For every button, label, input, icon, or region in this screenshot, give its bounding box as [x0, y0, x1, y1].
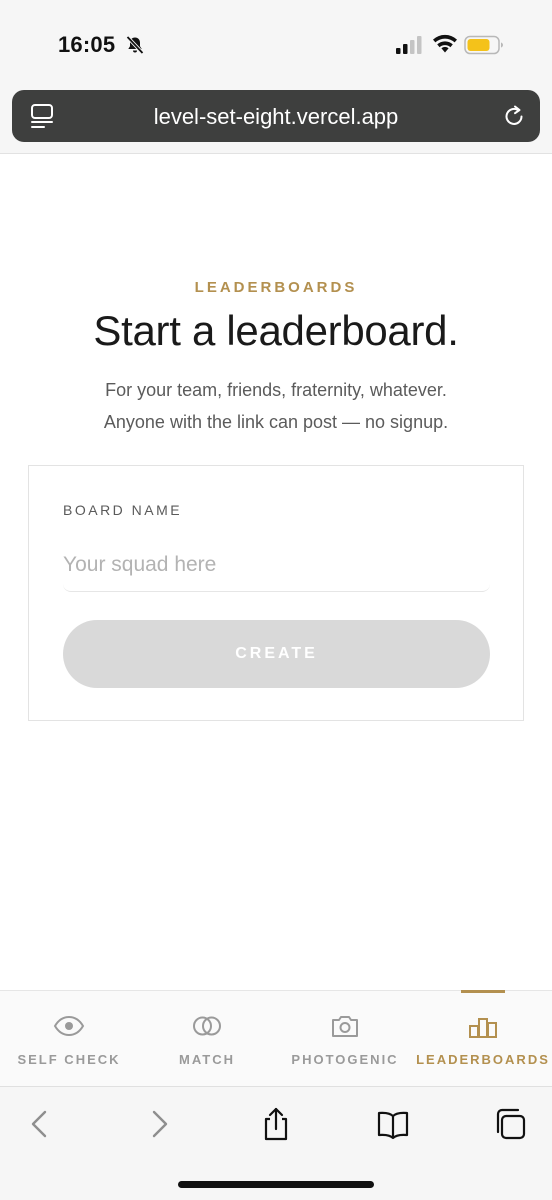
- board-name-label: BOARD NAME: [63, 502, 183, 518]
- share-icon[interactable]: [259, 1107, 293, 1141]
- screen: 16:05 level-set-eight.vercel.app LEADERB…: [0, 0, 552, 1200]
- eye-icon: [53, 1015, 85, 1037]
- bell-slash-icon: [126, 35, 144, 55]
- wifi-icon: [433, 34, 457, 53]
- cellular-signal-icon: [396, 36, 422, 54]
- camera-icon: [332, 1016, 358, 1037]
- create-button[interactable]: CREATE: [63, 620, 490, 688]
- subtitle-line-2: Anyone with the link can post — no signu…: [103, 412, 449, 432]
- tab-self-check[interactable]: SELF CHECK: [0, 991, 138, 1087]
- status-time: 16:05: [58, 32, 116, 57]
- tab-label: MATCH: [179, 1052, 235, 1067]
- tabs-icon[interactable]: [493, 1107, 527, 1141]
- address-bar-area: level-set-eight.vercel.app: [0, 88, 552, 154]
- url-text[interactable]: level-set-eight.vercel.app: [12, 104, 540, 130]
- board-name-input[interactable]: [63, 538, 490, 592]
- reload-icon[interactable]: [502, 103, 526, 129]
- back-icon[interactable]: [23, 1107, 57, 1141]
- section-eyebrow: LEADERBOARDS: [194, 279, 358, 296]
- tab-match[interactable]: MATCH: [138, 991, 276, 1087]
- create-board-card: BOARD NAME CREATE: [28, 465, 524, 721]
- address-bar[interactable]: level-set-eight.vercel.app: [12, 90, 540, 142]
- battery-icon: [464, 35, 503, 55]
- home-indicator[interactable]: [178, 1181, 374, 1188]
- tab-label: PHOTOGENIC: [291, 1052, 399, 1067]
- tab-label: SELF CHECK: [17, 1052, 121, 1067]
- main-content: LEADERBOARDS Start a leaderboard. For yo…: [0, 155, 552, 990]
- bar-chart-icon: [469, 1018, 497, 1038]
- tab-leaderboards[interactable]: LEADERBOARDS: [414, 991, 552, 1087]
- bookmarks-icon[interactable]: [376, 1107, 410, 1141]
- page-title: Start a leaderboard.: [93, 307, 459, 354]
- tab-label: LEADERBOARDS: [416, 1052, 550, 1067]
- tab-photogenic[interactable]: PHOTOGENIC: [276, 991, 414, 1087]
- bottom-tab-bar: SELF CHECK MATCH PHOTOGENIC LEADERBOARDS: [0, 990, 552, 1086]
- forward-icon[interactable]: [142, 1107, 176, 1141]
- status-bar: 16:05: [0, 0, 552, 88]
- overlapping-rings-icon: [193, 1016, 221, 1036]
- subtitle-line-1: For your team, friends, fraternity, what…: [105, 380, 447, 400]
- page-subtitle: For your team, friends, fraternity, what…: [0, 374, 552, 438]
